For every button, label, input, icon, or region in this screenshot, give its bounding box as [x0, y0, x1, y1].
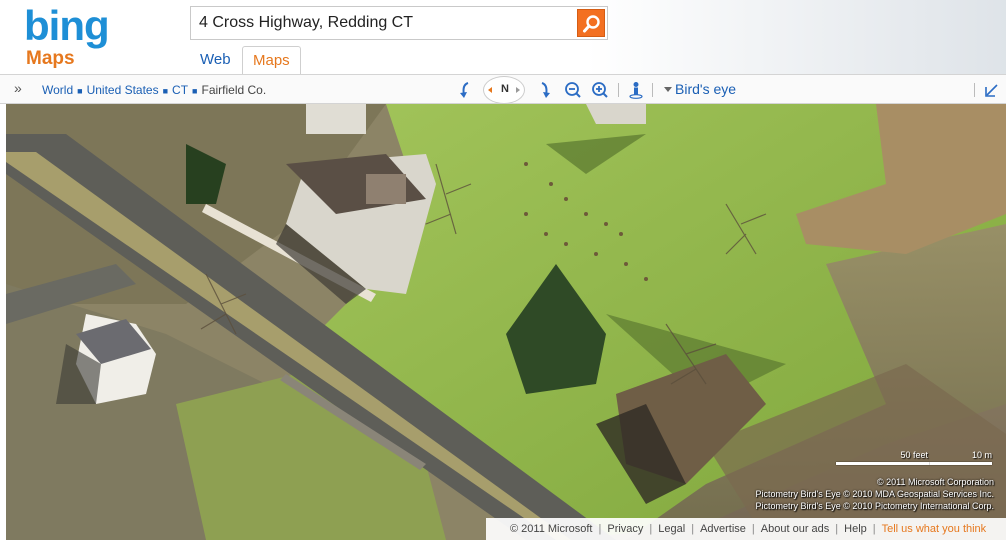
bing-logo[interactable]: bing [24, 2, 110, 50]
streetside-person-icon[interactable] [629, 81, 643, 99]
footer-link-advertise[interactable]: Advertise [700, 523, 746, 535]
search-box [190, 6, 608, 40]
map-attribution: © 2011 Microsoft Corporation Pictometry … [756, 476, 994, 512]
footer-link-about-ads[interactable]: About our ads [761, 523, 830, 535]
footer-link-help[interactable]: Help [844, 523, 867, 535]
aerial-imagery[interactable] [6, 104, 1006, 540]
toolbar-divider [618, 83, 619, 97]
header: bing Maps Web Maps [0, 0, 1006, 74]
breadcrumb-separator: ■ [77, 86, 83, 96]
tab-maps[interactable]: Maps [242, 46, 301, 74]
product-title: Maps [26, 48, 75, 69]
toolbar-divider [974, 83, 975, 97]
scale-meters-label: 10 m [971, 450, 992, 460]
footer-separator: | [872, 523, 876, 535]
toolbar-divider [652, 83, 653, 97]
header-gradient [586, 0, 1006, 74]
scale-feet-label: 50 feet [900, 450, 928, 460]
expand-icon[interactable]: » [14, 80, 22, 96]
search-button[interactable] [577, 9, 605, 37]
breadcrumb-separator: ■ [192, 86, 198, 96]
footer: © 2011 Microsoft | Privacy | Legal | Advertise… [486, 518, 1006, 540]
zoom-in-icon[interactable] [591, 81, 609, 99]
collapse-arrow-icon[interactable] [985, 83, 999, 97]
breadcrumb-ct[interactable]: CT [172, 83, 188, 97]
map-canvas[interactable]: 50 feet 10 m © 2011 Microsoft Corporatio… [6, 104, 1006, 540]
breadcrumb-world[interactable]: World [42, 83, 73, 97]
rotate-right-icon[interactable] [538, 81, 552, 99]
scale-bar-feet [836, 462, 930, 465]
zoom-out-icon[interactable] [564, 81, 582, 99]
footer-feedback-link[interactable]: Tell us what you think [882, 523, 987, 535]
map-scale: 50 feet 10 m [836, 450, 994, 470]
shed [586, 104, 646, 124]
rotate-left-icon[interactable] [458, 81, 472, 99]
footer-separator: | [751, 523, 755, 535]
scale-bar-meters [930, 462, 992, 465]
compass-north-label: N [501, 83, 509, 95]
map-toolbar: » World ■ United States ■ CT ■ Fairfield Co. N… [0, 74, 1006, 104]
search-input[interactable] [191, 7, 575, 39]
birdseye-dropdown-icon[interactable] [664, 87, 672, 93]
footer-separator: | [835, 523, 839, 535]
search-icon [583, 15, 600, 33]
footer-link-legal[interactable]: Legal [658, 523, 685, 535]
outbuilding [306, 104, 366, 134]
footer-link-privacy[interactable]: Privacy [607, 523, 643, 535]
footer-separator: | [649, 523, 653, 535]
attribution-line: Pictometry Bird's Eye © 2010 Pictometry … [755, 501, 994, 511]
attribution-line: Pictometry Bird's Eye © 2010 MDA Geospat… [755, 489, 994, 499]
breadcrumb-separator: ■ [162, 86, 169, 96]
birdseye-view-button[interactable]: Bird's eye [675, 81, 736, 97]
breadcrumb-current: Fairfield Co. [201, 83, 267, 97]
breadcrumb: World ■ United States ■ CT ■ Fairfield Co. [42, 83, 266, 97]
footer-copyright: © 2011 Microsoft [510, 523, 593, 535]
breadcrumb-united-states[interactable]: United States [87, 83, 159, 97]
footer-separator: | [598, 523, 602, 535]
tab-web[interactable]: Web [190, 46, 241, 74]
attribution-line: © 2011 Microsoft Corporation [876, 477, 994, 487]
footer-separator: | [691, 523, 695, 535]
